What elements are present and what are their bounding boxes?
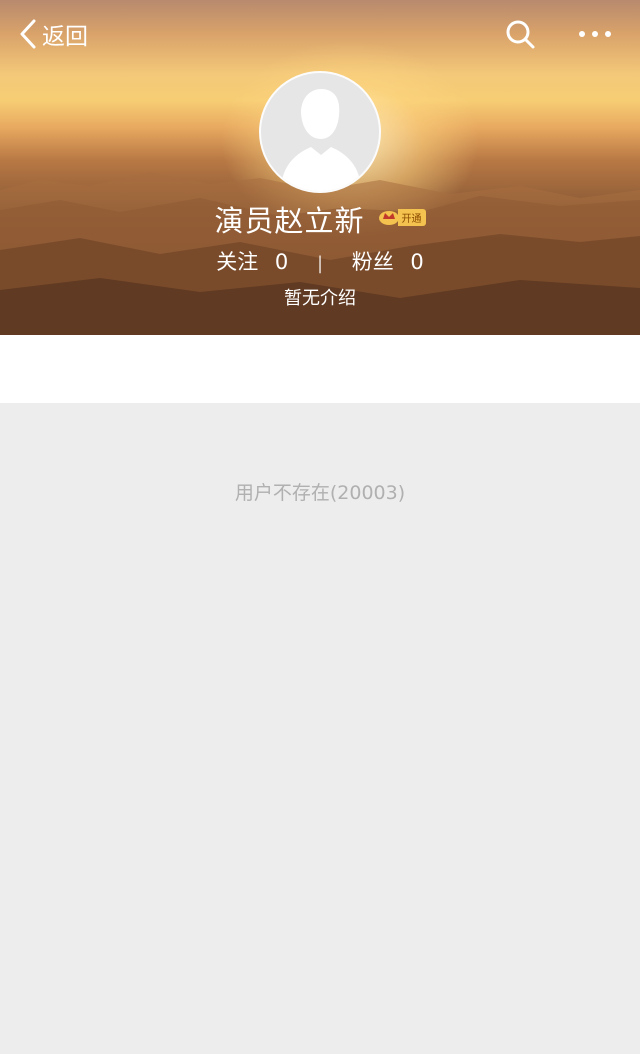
following-stat[interactable]: 关注 0 [216, 246, 288, 276]
back-button[interactable]: 返回 [18, 16, 88, 52]
followers-label: 粉丝 [351, 250, 394, 274]
tab-strip-area [0, 335, 640, 403]
vip-crown-icon [378, 211, 399, 225]
back-chevron-icon [20, 19, 36, 49]
avatar[interactable] [259, 71, 381, 193]
user-name: 演员赵立新 [214, 204, 365, 238]
back-label: 返回 [42, 24, 88, 50]
profile-intro: 暂无介绍 [284, 288, 356, 309]
search-icon[interactable] [504, 18, 536, 50]
vip-badge[interactable]: 开通 [378, 208, 426, 226]
more-icon[interactable] [577, 22, 613, 46]
follow-stats: 关注 0 | 粉丝 0 [0, 246, 640, 276]
vip-label: 开通 [397, 208, 426, 226]
stats-separator: | [316, 253, 324, 274]
name-row: 演员赵立新 开通 [0, 198, 640, 240]
top-navigation-bar: 返回 [0, 0, 640, 70]
default-avatar-icon [281, 89, 361, 191]
followers-count: 0 [410, 250, 424, 274]
following-count: 0 [274, 250, 289, 274]
error-message: 用户不存在(20003) [234, 482, 406, 504]
profile-header: 返回 演员赵立新 开通 关注 0 | 粉丝 0 暂无介绍 [0, 0, 640, 335]
followers-stat[interactable]: 粉丝 0 [352, 246, 424, 276]
following-label: 关注 [216, 250, 259, 274]
